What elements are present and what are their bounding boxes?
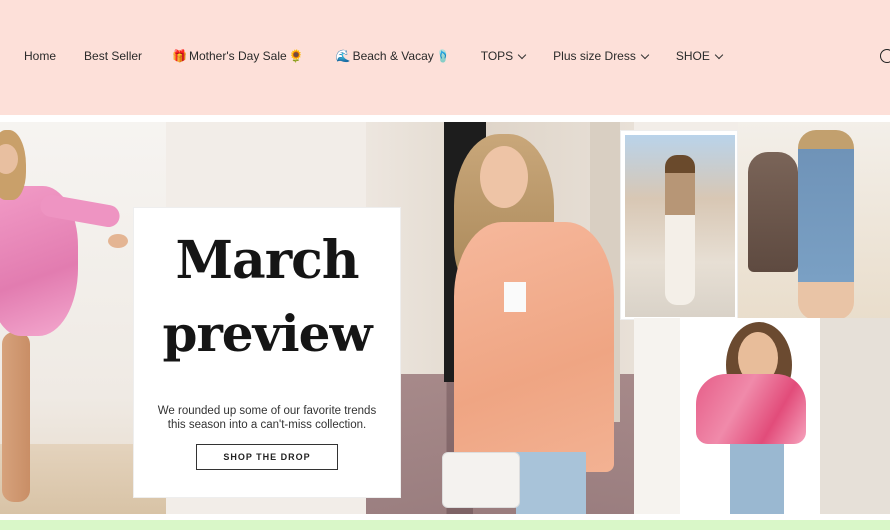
- nav-item-label: TOPS: [480, 49, 514, 63]
- sandal-icon: 🩴: [435, 49, 451, 63]
- hero-text-card: March preview We rounded up some of our …: [134, 208, 400, 497]
- model-legs: [2, 332, 30, 502]
- sunflower-icon: 🌻: [288, 49, 304, 63]
- peach-blazer: [454, 222, 614, 472]
- white-top: [504, 282, 526, 312]
- hero-banner[interactable]: March preview We rounded up some of our …: [0, 122, 890, 514]
- nav-item-label: SHOE: [675, 49, 710, 63]
- announcement-strip: [0, 520, 890, 530]
- chevron-down-icon: [714, 50, 724, 59]
- hero-image-peach-blazer: [366, 122, 634, 514]
- nav-item-mothers-day-sale[interactable]: 🎁 Mother's Day Sale 🌻: [170, 49, 306, 63]
- hero-image-denim-dress: [738, 122, 890, 322]
- site-header: Home Best Seller 🎁 Mother's Day Sale 🌻 🌊…: [0, 0, 890, 115]
- model-hand: [108, 234, 128, 248]
- model-face: [480, 146, 528, 208]
- hero-title-line1: March: [175, 230, 359, 291]
- shop-the-drop-button[interactable]: SHOP THE DROP: [196, 444, 338, 470]
- nav-item-label: Plus size Dress: [553, 49, 636, 63]
- nav-item-label: Best Seller: [84, 49, 143, 63]
- chevron-down-icon: [517, 50, 527, 59]
- nav-item-shoe[interactable]: SHOE: [675, 49, 724, 63]
- jeans: [730, 444, 784, 514]
- jeans: [516, 452, 586, 514]
- nav-item-tops[interactable]: TOPS: [480, 49, 527, 63]
- nav-item-beach-vacay[interactable]: 🌊 Beach & Vacay 🩴: [334, 49, 453, 63]
- nav-item-label: Mother's Day Sale: [189, 49, 287, 63]
- model: [798, 130, 854, 320]
- handbag: [442, 452, 520, 508]
- gift-icon: 🎁: [172, 49, 187, 63]
- hero-subtitle: We rounded up some of our favorite trend…: [157, 405, 377, 431]
- search-icon[interactable]: [880, 49, 890, 63]
- model: [665, 155, 695, 305]
- side-panel: [820, 318, 890, 514]
- main-nav: Home Best Seller 🎁 Mother's Day Sale 🌻 🌊…: [24, 49, 750, 63]
- hero-title-line2: preview: [162, 304, 372, 363]
- nav-item-plus-size-dress[interactable]: Plus size Dress: [553, 49, 650, 63]
- nav-item-home[interactable]: Home: [24, 49, 56, 63]
- nav-item-best-seller[interactable]: Best Seller: [84, 49, 142, 63]
- fountain: [748, 152, 798, 272]
- nav-item-label: Beach & Vacay: [352, 49, 434, 63]
- hero-image-floral-top: [634, 318, 890, 514]
- chevron-down-icon: [640, 50, 650, 59]
- hero-image-street-outfit: [620, 130, 738, 320]
- floral-top: [696, 374, 806, 444]
- wave-icon: 🌊: [335, 49, 351, 63]
- nav-item-label: Home: [24, 49, 57, 63]
